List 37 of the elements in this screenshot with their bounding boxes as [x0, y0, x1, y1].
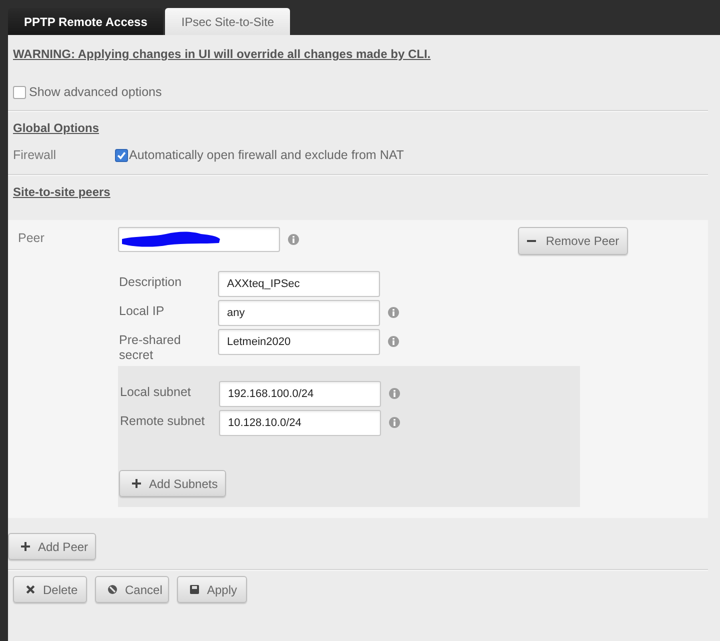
tab[interactable]: PPTP Remote Access — [8, 8, 164, 35]
apply-button[interactable]: Apply — [177, 576, 247, 603]
plus-icon — [21, 542, 30, 551]
text-field[interactable]: Letmein2020 — [218, 329, 380, 355]
plus-icon — [132, 479, 141, 488]
cancel-button[interactable]: Cancel — [95, 576, 169, 603]
add-peer-button[interactable]: Add Peer — [8, 533, 96, 560]
checkbox[interactable] — [13, 86, 26, 98]
text-field[interactable]: AXXteq_IPSec — [218, 271, 380, 297]
checkbox-label: Automatically open firewall and exclude from NAT — [129, 148, 404, 162]
cross-icon — [26, 585, 35, 594]
field-label: Peer — [18, 230, 46, 246]
text-field[interactable]: 10.128.10.0/24 — [219, 410, 381, 436]
warning-text: WARNING: Applying changes in UI will override all changes made by CLI. — [13, 46, 432, 63]
field-label: Firewall — [13, 148, 58, 162]
delete-button[interactable]: Delete — [13, 576, 87, 603]
remove-peer-button[interactable]: Remove Peer — [518, 227, 628, 255]
field-label: Description — [118, 274, 183, 290]
field-label: Local IP — [118, 303, 166, 319]
info-icon[interactable] — [389, 388, 400, 399]
field-label: Local subnet — [119, 384, 192, 400]
checkbox[interactable] — [115, 148, 128, 162]
add-subnets-button[interactable]: Add Subnets — [119, 470, 226, 497]
info-icon[interactable] — [288, 234, 299, 245]
minus-icon — [526, 240, 536, 242]
section-heading: Site-to-site peers — [13, 184, 112, 201]
checkbox-label: Show advanced options — [29, 85, 162, 99]
info-icon[interactable] — [388, 336, 399, 347]
section-heading: Global Options — [13, 120, 100, 137]
field-label: Remote subnet — [119, 413, 206, 429]
field-label: Pre-shared secret — [118, 332, 182, 363]
tab[interactable]: IPsec Site-to-Site — [165, 8, 290, 35]
text-field[interactable]: any — [218, 300, 380, 326]
text-field[interactable]: 192.168.100.0/24 — [219, 381, 381, 407]
circle-slash-icon — [108, 585, 117, 594]
info-icon[interactable] — [389, 417, 400, 428]
info-icon[interactable] — [388, 307, 399, 318]
